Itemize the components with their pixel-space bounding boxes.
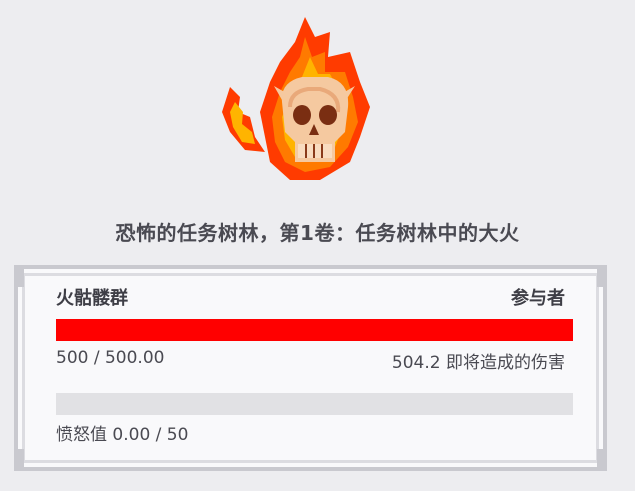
panel-corner-decoration	[597, 265, 607, 287]
panel-corner-decoration	[597, 449, 607, 471]
flaming-skull-icon	[210, 12, 390, 182]
rage-bar	[56, 393, 573, 415]
participants-link[interactable]: 参与者	[511, 284, 565, 310]
panel-corner-decoration	[14, 449, 24, 471]
boss-name: 火骷髅群	[56, 288, 128, 309]
boss-health-text: 500 / 500.00	[56, 348, 165, 368]
pending-damage-text: 504.2 即将造成的伤害	[391, 353, 565, 373]
panel-corner-decoration	[14, 265, 24, 287]
boss-health-fill	[56, 319, 573, 341]
rage-text: 愤怒值 0.00 / 50	[56, 425, 189, 445]
boss-status-panel: 火骷髅群 参与者 500 / 500.00 504.2 即将造成的伤害 愤怒值 …	[14, 265, 607, 471]
quest-title: 恐怖的任务树林，第1卷：任务树林中的大火	[115, 221, 520, 245]
boss-health-bar	[56, 319, 573, 341]
